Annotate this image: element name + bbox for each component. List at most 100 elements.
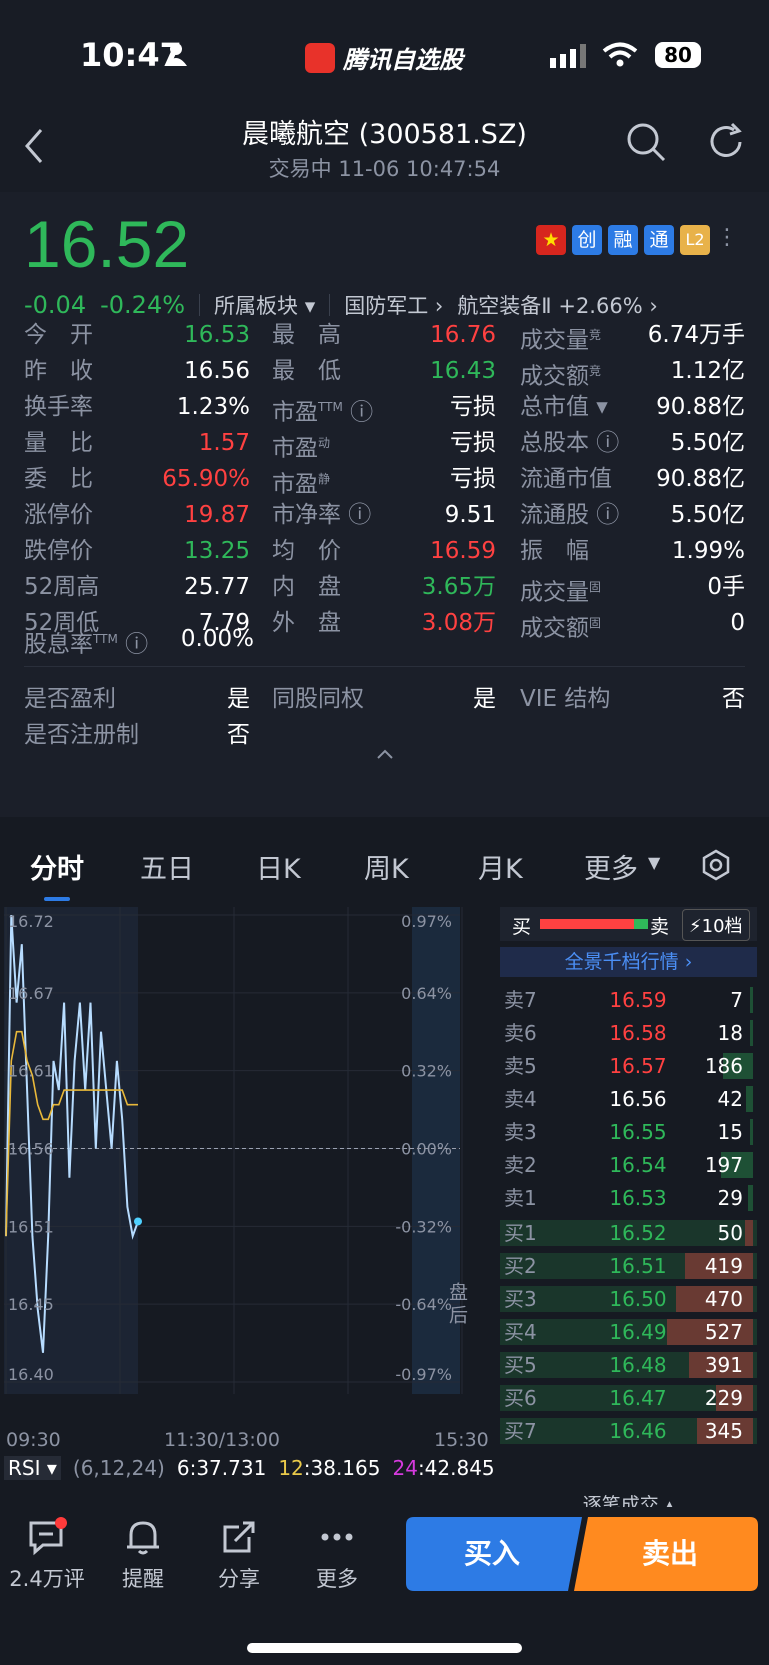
home-indicator <box>247 1643 522 1653</box>
stat-col3-5: 流通股 ⓘ 5.50亿 <box>520 498 745 532</box>
ask-row[interactable]: 卖1 16.53 29 <box>500 1183 757 1213</box>
share-button[interactable]: 分享 <box>194 1517 284 1593</box>
stat-label: 昨 收 <box>24 358 93 384</box>
stat-value: 25.77 <box>184 574 250 600</box>
y-tick-right: -0.32% <box>395 1217 452 1236</box>
flag-label: VIE 结构 <box>520 686 611 712</box>
bid-row[interactable]: 买1 16.52 50 <box>500 1218 757 1248</box>
depth-button[interactable]: ⚡10档 <box>682 909 750 941</box>
order-volume: 7 <box>730 988 743 1012</box>
bid-row[interactable]: 买5 16.48 391 <box>500 1350 757 1380</box>
y-tick-left: 16.67 <box>8 984 54 1003</box>
order-volume: 18 <box>717 1021 743 1045</box>
stat-label: 流通股 ⓘ <box>520 502 620 528</box>
more-icon <box>321 1533 353 1541</box>
y-tick-left: 16.40 <box>8 1365 54 1384</box>
bid-row[interactable]: 买6 16.47 229 <box>500 1383 757 1413</box>
tab-0[interactable]: 分时 <box>30 847 84 886</box>
divider <box>199 294 201 316</box>
stat-col3-2: 总市值 ▾ 90.88亿 <box>520 390 745 424</box>
rsi-dropdown[interactable]: RSI ▾ <box>4 1456 61 1480</box>
order-price: 16.58 <box>609 1021 667 1045</box>
tab-2[interactable]: 日K <box>256 847 301 886</box>
full-depth-link[interactable]: 全景千档行情 › <box>500 947 757 977</box>
collapse-chevron-icon[interactable] <box>376 748 394 760</box>
time-share-chart[interactable]: 16.72 16.67 16.61 16.56 16.51 16.45 16.40 0.97%… <box>4 907 488 1394</box>
flag-label: 是否盈利 <box>24 686 116 712</box>
current-point <box>134 1217 142 1226</box>
price-change-pct: -0.24% <box>100 291 186 319</box>
tick-trades-link[interactable]: 逐笔成交 ▴ <box>500 1492 757 1507</box>
share-label: 分享 <box>218 1567 260 1591</box>
bid-row[interactable]: 买4 16.49 527 <box>500 1317 757 1347</box>
search-icon[interactable] <box>626 122 666 162</box>
ask-row[interactable]: 卖6 16.58 18 <box>500 1018 757 1048</box>
stat-label: 内 盘 <box>272 574 341 600</box>
more-dots-icon[interactable]: ⋮ <box>716 225 738 255</box>
tab-5[interactable]: 更多 <box>584 847 638 886</box>
wifi-icon <box>602 42 638 67</box>
stat-value: 1.99% <box>671 538 745 564</box>
buy-ratio-bar <box>540 919 634 929</box>
bid-row[interactable]: 买2 16.51 419 <box>500 1251 757 1281</box>
tab-4[interactable]: 月K <box>478 847 523 886</box>
sector-dropdown[interactable]: 所属板块 ▾ <box>214 290 315 320</box>
y-tick-left: 16.51 <box>8 1217 54 1236</box>
rsi12: 12:38.165 <box>278 1456 381 1480</box>
order-volume: 15 <box>717 1120 743 1144</box>
ask-row[interactable]: 卖7 16.59 7 <box>500 985 757 1015</box>
header: 晨曦航空 (300581.SZ) 交易中 11-06 10:47:54 <box>0 100 769 192</box>
bid-row[interactable]: 买3 16.50 470 <box>500 1284 757 1314</box>
stat-col3-0: 成交量竞 6.74万手 <box>520 318 745 354</box>
more-button[interactable]: 更多 <box>292 1517 382 1593</box>
tab-1[interactable]: 五日 <box>140 847 194 886</box>
sell-button[interactable]: 卖出 <box>584 1517 756 1591</box>
flag-value: 否 <box>227 722 250 748</box>
stat-col1-5: 涨停价 19.87 <box>24 498 250 532</box>
ask-row[interactable]: 卖5 16.57 186 <box>500 1051 757 1081</box>
stat-label: 成交量竞 <box>520 327 602 354</box>
ask-row[interactable]: 卖2 16.54 197 <box>500 1150 757 1180</box>
sector-link-1[interactable]: 国防军工 › <box>344 290 443 320</box>
order-price: 16.51 <box>609 1254 667 1278</box>
stat-col1-2: 换手率 1.23% <box>24 390 250 424</box>
order-volume: 527 <box>704 1320 743 1344</box>
comments-button[interactable]: 2.4万评 <box>2 1517 92 1593</box>
bid-row[interactable]: 买7 16.46 345 <box>500 1416 757 1446</box>
stat-label: 振 幅 <box>520 538 589 564</box>
order-volume: 391 <box>704 1353 743 1377</box>
divider <box>329 294 331 316</box>
order-label: 卖7 <box>504 988 537 1012</box>
stat-label: 均 价 <box>272 538 341 564</box>
alert-label: 提醒 <box>122 1567 164 1591</box>
app-badge: 腾讯自选股 <box>305 40 463 75</box>
refresh-icon[interactable] <box>706 122 746 162</box>
sector-link-2[interactable]: 航空装备Ⅱ +2.66% › <box>457 290 657 320</box>
y-tick-right: -0.97% <box>395 1365 452 1384</box>
divider <box>24 666 745 667</box>
order-price: 16.59 <box>609 988 667 1012</box>
settings-icon[interactable] <box>700 849 732 881</box>
stat-value: 1.57 <box>198 430 250 456</box>
ask-row[interactable]: 卖4 16.56 42 <box>500 1084 757 1114</box>
stat-col2-3: 市盈动 亏损 <box>272 426 496 462</box>
stat-value: 3.65万 <box>421 574 496 600</box>
app-logo-icon <box>305 42 335 73</box>
tag-rong: 融 <box>608 225 638 255</box>
order-label: 买5 <box>504 1353 537 1377</box>
ask-volume-bar <box>750 987 753 1013</box>
stat-col3-8: 成交额固 0 <box>520 606 745 642</box>
order-volume: 197 <box>704 1153 743 1177</box>
order-volume: 229 <box>704 1386 743 1410</box>
order-price: 16.57 <box>609 1054 667 1078</box>
order-label: 买6 <box>504 1386 537 1410</box>
buy-button[interactable]: 买入 <box>406 1517 578 1591</box>
order-price: 16.47 <box>609 1386 667 1410</box>
stat-value: 90.88亿 <box>656 466 745 492</box>
ask-volume-bar <box>750 1020 753 1046</box>
tab-3[interactable]: 周K <box>364 847 409 886</box>
alert-button[interactable]: 提醒 <box>98 1517 188 1593</box>
signal-icon <box>550 44 586 68</box>
ask-row[interactable]: 卖3 16.55 15 <box>500 1117 757 1147</box>
current-price: 16.52 <box>24 207 190 281</box>
